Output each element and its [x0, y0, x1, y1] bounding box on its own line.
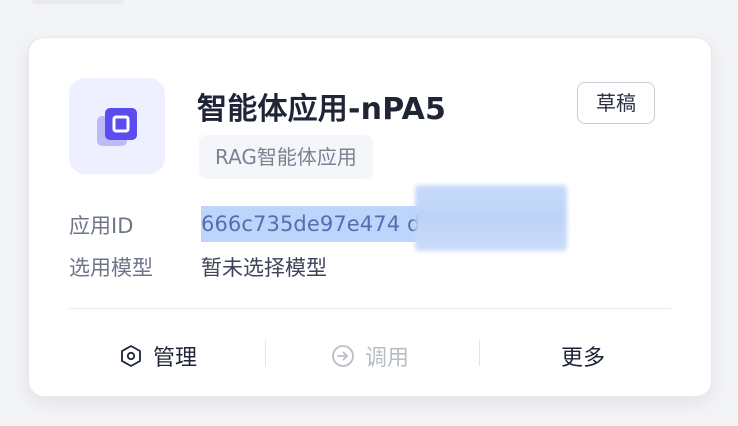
action-separator	[479, 340, 480, 366]
card-divider	[69, 308, 671, 309]
app-icon-tile	[69, 78, 165, 174]
app-id-label: 应用ID	[69, 214, 134, 238]
invoke-button[interactable]: 调用	[331, 338, 409, 374]
redaction-blur	[415, 185, 567, 251]
previous-card-edge	[32, 0, 124, 4]
model-label: 选用模型	[69, 256, 153, 280]
action-separator	[265, 340, 266, 366]
status-badge: 草稿	[577, 82, 655, 124]
more-button[interactable]: 更多	[561, 338, 605, 374]
model-value: 暂未选择模型	[201, 256, 327, 280]
manage-button[interactable]: 管理	[119, 338, 197, 374]
manage-label: 管理	[153, 346, 198, 371]
invoke-label: 调用	[365, 346, 410, 371]
app-square-icon	[97, 108, 137, 146]
app-title: 智能体应用-nPA5	[197, 92, 447, 127]
app-type-tag: RAG智能体应用	[199, 135, 373, 179]
hexagon-settings-icon	[121, 345, 141, 367]
app-card[interactable]: 智能体应用-nPA5 草稿 RAG智能体应用 应用ID 666c735de97e…	[28, 37, 712, 397]
more-label: 更多	[561, 346, 606, 371]
arrow-circle-icon	[332, 345, 354, 367]
